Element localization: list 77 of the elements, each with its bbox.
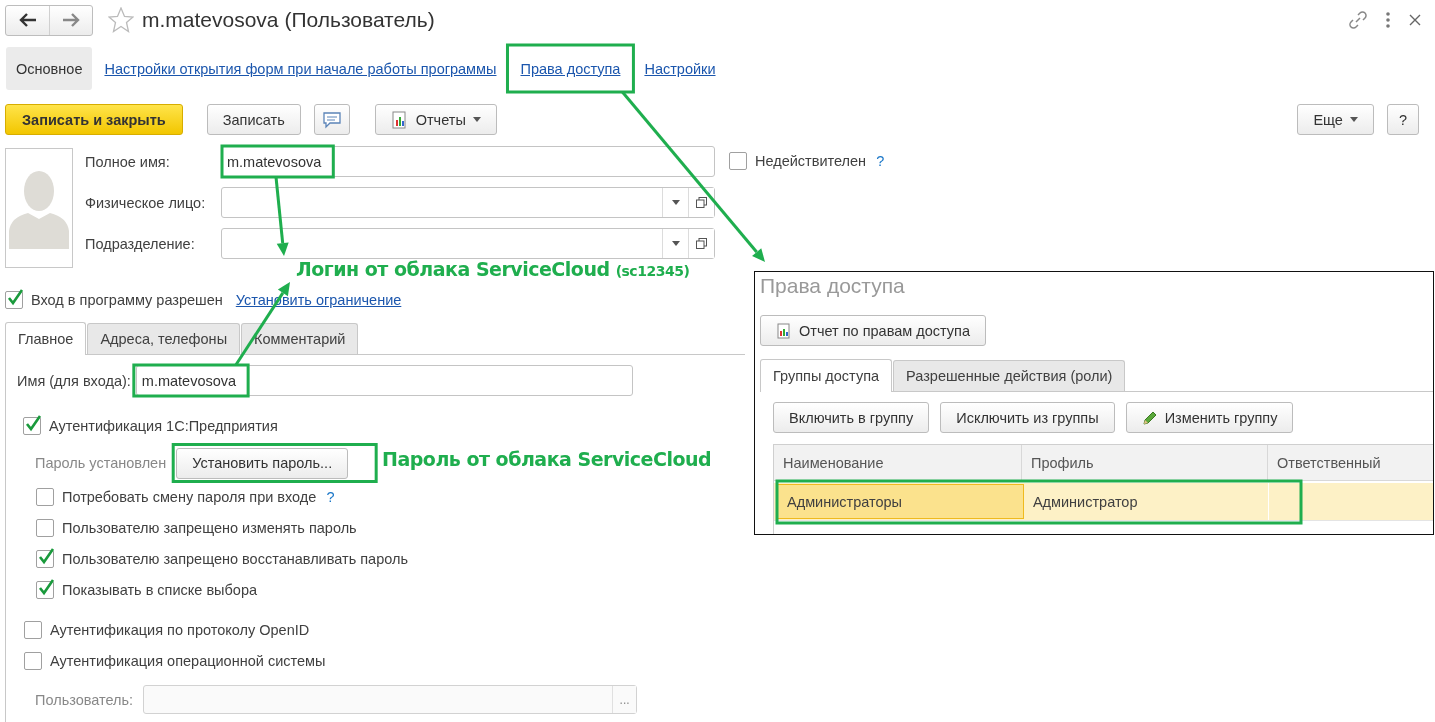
toolbar-button[interactable]: Включить в группу — [773, 402, 930, 433]
speech-bubble-icon — [321, 110, 342, 129]
tab[interactable]: Комментарий — [241, 323, 359, 354]
checkbox-label[interactable]: Показывать в списке выбора — [62, 582, 258, 598]
nav-link[interactable]: Права доступа — [508, 47, 633, 90]
field-label: Полное имя: — [85, 153, 171, 170]
checkbox-label[interactable]: Недействителен — [755, 153, 867, 169]
pencil-icon — [1141, 409, 1158, 426]
checkbox-label[interactable]: Пользователю запрещено изменять пароль — [62, 520, 357, 536]
report-icon — [776, 322, 792, 339]
panel-title: Права доступа — [760, 274, 906, 298]
checkbox[interactable] — [5, 291, 23, 309]
tab[interactable]: Главное — [5, 322, 87, 355]
left-arrow-icon — [18, 13, 37, 27]
checkbox[interactable] — [729, 152, 747, 170]
nav-link[interactable]: Настройки — [632, 47, 728, 90]
set-password-button[interactable]: Установить пароль... — [176, 447, 349, 479]
field-label: Физическое лицо: — [85, 194, 207, 211]
checkbox[interactable] — [36, 488, 54, 506]
close-icon[interactable] — [1409, 14, 1421, 26]
column-header[interactable]: Наименование — [774, 445, 1022, 481]
checkbox[interactable] — [23, 417, 41, 435]
checkbox-label[interactable]: Потребовать смену пароля при входе — [62, 489, 317, 505]
callout-text: Пароль от облака ServiceCloud — [382, 448, 712, 470]
open-form-icon — [696, 197, 707, 208]
callout-text: Логин от облака ServiceCloud (sc12345) — [296, 258, 690, 280]
tab[interactable]: Группы доступа — [760, 359, 893, 392]
reports-button[interactable]: Отчеты — [374, 104, 497, 135]
tab[interactable]: Разрешенные действия (роли) — [893, 360, 1126, 391]
toolbar-button[interactable]: Исключить из группы — [940, 402, 1115, 433]
help-icon[interactable]: ? — [876, 153, 885, 169]
table-cell: Администраторы — [777, 484, 1024, 519]
star-icon[interactable] — [108, 7, 134, 33]
edit-group-button[interactable]: Изменить группу — [1125, 402, 1294, 433]
table-row[interactable]: Администраторы Администратор — [774, 483, 1433, 521]
select-field[interactable] — [221, 187, 715, 218]
toolbar-button[interactable]: Записать — [206, 104, 301, 135]
open-button[interactable] — [688, 188, 714, 217]
link-icon[interactable] — [1349, 11, 1367, 29]
save-and-close-button[interactable]: Записать и закрыть — [5, 104, 183, 135]
column-header[interactable]: Профиль — [1022, 445, 1268, 481]
caret-icon — [1349, 117, 1358, 122]
checkbox-label[interactable]: Вход в программу разрешен — [31, 292, 223, 308]
field-label: Имя (для входа): — [17, 372, 131, 389]
caret-icon — [671, 241, 680, 246]
open-button[interactable] — [688, 229, 714, 258]
help-icon[interactable]: ? — [326, 489, 335, 505]
field-label: Пользователь: — [35, 691, 134, 708]
checkbox[interactable] — [36, 550, 54, 568]
status-text: Пароль установлен — [35, 455, 167, 471]
field-label: Подразделение: — [85, 235, 196, 252]
column-header[interactable]: Ответственный — [1268, 445, 1433, 481]
comment-button[interactable] — [313, 104, 350, 135]
nav-link[interactable]: Настройки открытия форм при начале работы программы — [92, 47, 509, 90]
checkbox-label[interactable]: Аутентификация операционной системы — [50, 653, 326, 669]
report-icon — [390, 110, 409, 129]
tab[interactable]: Адреса, телефоны — [87, 323, 241, 354]
checkbox[interactable] — [24, 652, 42, 670]
checkbox[interactable] — [36, 581, 54, 599]
checkbox[interactable] — [24, 621, 42, 639]
caret-icon — [472, 117, 481, 122]
nav-link[interactable]: Основное — [6, 47, 93, 90]
select-field[interactable] — [221, 228, 715, 259]
text-field[interactable]: m.matevosova — [135, 365, 633, 396]
checkbox[interactable] — [36, 519, 54, 537]
checkbox-label[interactable]: Аутентификация 1С:Предприятия — [49, 418, 278, 434]
window-title: m.matevosova (Пользователь) — [142, 8, 435, 32]
toolbar-button[interactable]: ? — [1386, 104, 1419, 135]
table-cell: Администратор — [1023, 483, 1269, 520]
report-button[interactable]: Отчет по правам доступа — [760, 315, 986, 346]
checkbox-label[interactable]: Аутентификация по протоколу OpenID — [50, 622, 310, 638]
caret-icon — [671, 200, 680, 205]
checkbox-label[interactable]: Пользователю запрещено восстанавливать пароль — [62, 551, 408, 567]
more-button[interactable]: Еще — [1297, 104, 1374, 135]
right-arrow-icon — [62, 13, 80, 27]
open-form-icon — [696, 238, 707, 249]
more-icon[interactable] — [1385, 11, 1391, 29]
